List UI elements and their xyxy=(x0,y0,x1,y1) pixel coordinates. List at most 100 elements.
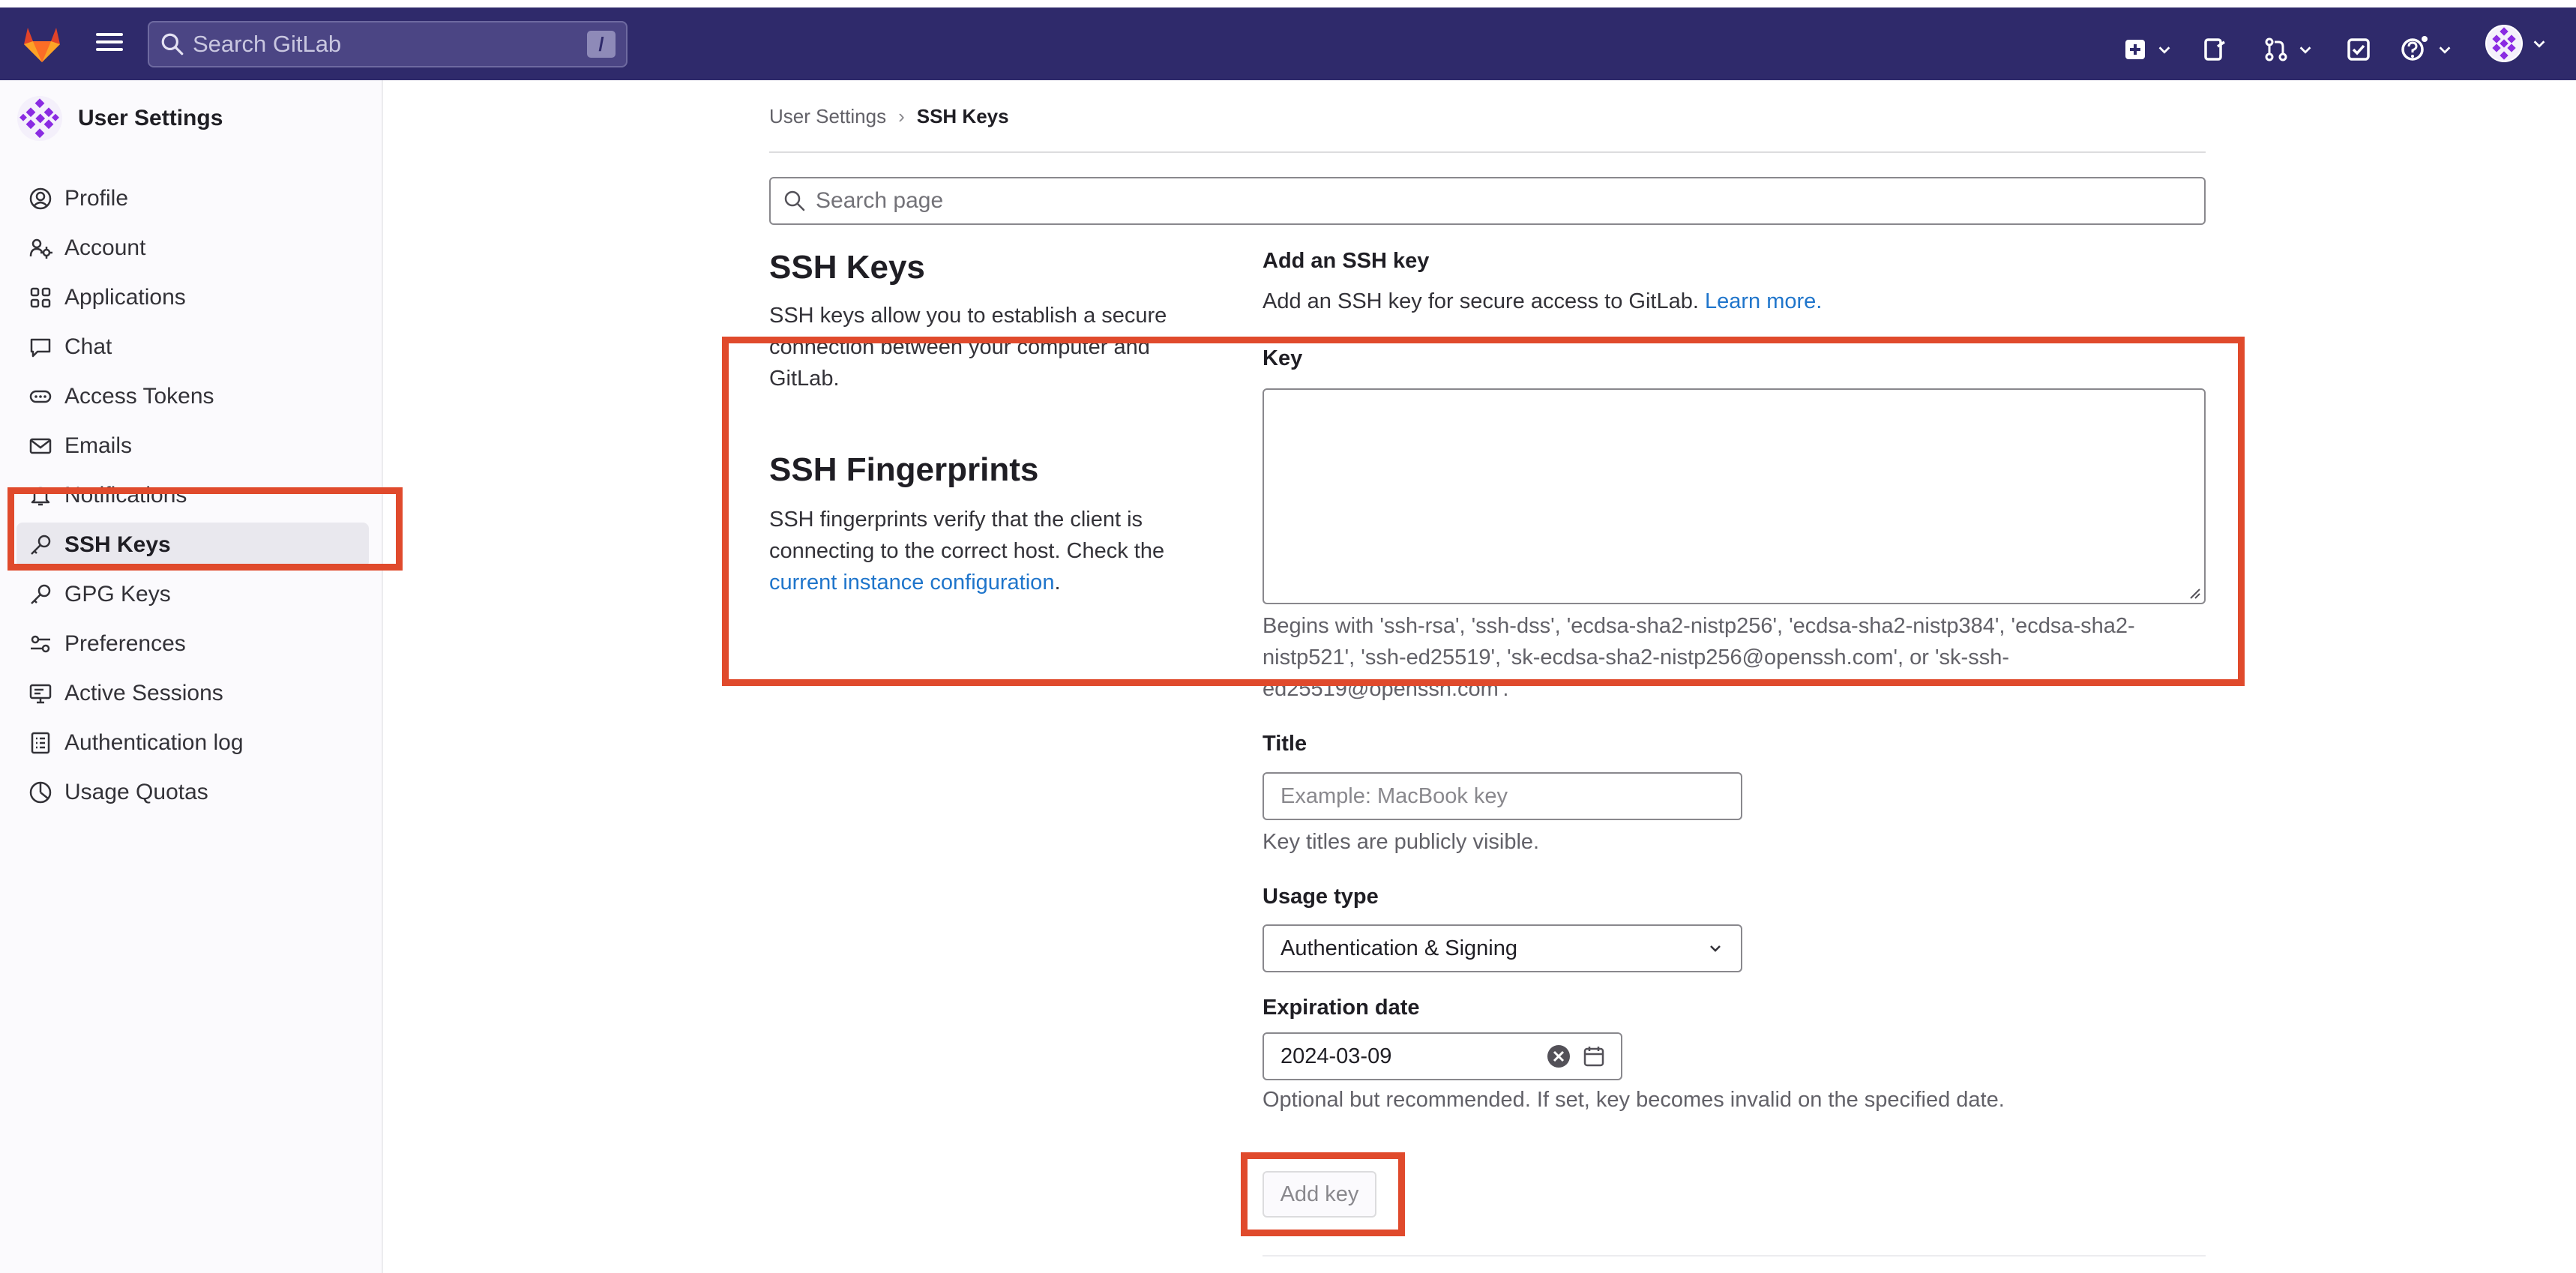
sidebar-item-label: Preferences xyxy=(64,631,186,656)
sidebar-item-preferences[interactable]: Preferences xyxy=(16,622,369,666)
ssh-keys-description: SSH keys allow you to establish a secure… xyxy=(769,304,1167,391)
search-icon xyxy=(784,190,805,211)
sidebar-item-label: SSH Keys xyxy=(64,532,171,557)
sidebar-item-label: Notifications xyxy=(64,483,187,508)
sidebar-item-account[interactable]: Account xyxy=(16,226,369,271)
sidebar-item-label: Account xyxy=(64,235,146,260)
key-icon xyxy=(31,584,51,604)
fingerprints-text-end: . xyxy=(1054,571,1061,595)
clear-date-icon[interactable] xyxy=(1546,1044,1571,1069)
title-help-text: Key titles are publicly visible. xyxy=(1263,830,1540,854)
page: Search GitLab / User Settings Profile Ac… xyxy=(0,0,2576,1273)
key-textarea[interactable] xyxy=(1263,388,2206,604)
calendar-icon[interactable] xyxy=(1582,1044,1606,1068)
sidebar-header[interactable]: User Settings xyxy=(16,95,223,142)
create-new-button[interactable] xyxy=(2122,34,2173,64)
profile-icon xyxy=(29,187,52,210)
quota-icon xyxy=(29,781,52,804)
key-help-line: Begins with 'ssh-rsa', 'ssh-dss', 'ecdsa… xyxy=(1263,614,2135,638)
fingerprints-text: SSH fingerprints verify that the client … xyxy=(769,508,1165,563)
sidebar-item-applications[interactable]: Applications xyxy=(16,275,369,320)
expiration-date-input[interactable]: 2024-03-09 xyxy=(1263,1032,1622,1080)
search-shortcut-badge: / xyxy=(587,31,616,58)
breadcrumb-user-settings[interactable]: User Settings xyxy=(769,105,886,128)
sidebar-item-label: Active Sessions xyxy=(64,681,223,705)
search-icon xyxy=(161,33,184,55)
merge-request-icon xyxy=(2265,37,2287,61)
key-help-line: nistp521', 'ssh-ed25519', 'sk-ecdsa-sha2… xyxy=(1263,645,2009,669)
user-menu-button[interactable] xyxy=(2485,25,2548,62)
top-bar: Search GitLab / xyxy=(0,7,2576,80)
sidebar-title: User Settings xyxy=(78,106,223,130)
breadcrumb-current[interactable]: SSH Keys xyxy=(917,105,1009,128)
instance-configuration-link[interactable]: current instance configuration xyxy=(769,571,1054,595)
breadcrumb-separator: › xyxy=(898,105,905,127)
key-help-line: ed25519@openssh.com'. xyxy=(1263,677,1509,701)
chevron-down-icon xyxy=(2299,46,2311,54)
expiration-date-value: 2024-03-09 xyxy=(1281,1044,1392,1068)
usage-type-label: Usage type xyxy=(1263,885,1379,909)
resize-handle-icon[interactable] xyxy=(2188,586,2201,600)
help-button[interactable] xyxy=(2399,34,2453,64)
key-label: Key xyxy=(1263,346,1303,370)
usage-type-value: Authentication & Signing xyxy=(1281,936,1517,960)
chevron-down-icon xyxy=(2439,46,2451,54)
chevron-down-icon xyxy=(1710,945,1721,952)
help-icon xyxy=(2401,36,2428,61)
expiration-help-text: Optional but recommended. If set, key be… xyxy=(1263,1088,2005,1112)
add-key-button[interactable]: Add key xyxy=(1263,1171,1376,1218)
sidebar-item-label: Chat xyxy=(64,334,112,359)
user-avatar-icon xyxy=(17,96,62,141)
sidebar-item-access-tokens[interactable]: Access Tokens xyxy=(16,374,369,419)
key-help-text: Begins with 'ssh-rsa', 'ssh-dss', 'ecdsa… xyxy=(1263,610,2230,705)
add-ssh-key-title: Add an SSH key xyxy=(1263,249,1430,273)
sidebar-item-label: Profile xyxy=(64,186,129,211)
sidebar-item-ssh-keys[interactable]: SSH Keys xyxy=(16,523,369,568)
sidebar-item-label: Authentication log xyxy=(64,730,244,755)
sidebar-item-label: Emails xyxy=(64,433,133,458)
global-search-input[interactable]: Search GitLab / xyxy=(148,21,628,67)
form-divider xyxy=(1263,1255,2206,1257)
ssh-keys-heading: SSH Keys xyxy=(769,249,925,286)
todos-button[interactable] xyxy=(2345,34,2372,64)
sidebar-item-authentication-log[interactable]: Authentication log xyxy=(16,720,369,765)
plus-square-icon xyxy=(2125,40,2145,59)
usage-type-select[interactable]: Authentication & Signing xyxy=(1263,924,1742,972)
settings-sidebar: User Settings Profile Account Applicatio… xyxy=(0,80,383,1273)
page-search-field[interactable] xyxy=(769,177,2206,225)
monitor-icon xyxy=(29,684,52,704)
sidebar-item-gpg-keys[interactable]: GPG Keys xyxy=(16,572,369,617)
sidebar-item-profile[interactable]: Profile xyxy=(16,176,369,221)
page-search-input[interactable] xyxy=(816,188,2204,214)
add-ssh-key-intro: Add an SSH key for secure access to GitL… xyxy=(1263,289,1822,314)
issues-icon xyxy=(2204,38,2225,61)
bell-icon xyxy=(31,487,50,506)
sidebar-item-label: Access Tokens xyxy=(64,384,214,409)
gitlab-logo-icon[interactable] xyxy=(21,25,63,64)
token-icon xyxy=(29,390,52,403)
applications-icon xyxy=(30,287,51,308)
log-icon xyxy=(31,732,50,754)
key-icon xyxy=(31,535,51,555)
learn-more-link[interactable]: Learn more. xyxy=(1705,289,1822,313)
user-avatar-icon xyxy=(2485,25,2523,62)
sidebar-item-label: Applications xyxy=(64,285,186,310)
sidebar-item-notifications[interactable]: Notifications xyxy=(16,473,369,518)
breadcrumb: User Settings › SSH Keys xyxy=(769,105,1009,128)
title-label: Title xyxy=(1263,732,1307,756)
expiration-date-label: Expiration date xyxy=(1263,996,1420,1020)
mail-icon xyxy=(29,438,52,454)
sidebar-item-label: Usage Quotas xyxy=(64,780,208,804)
hamburger-menu-icon[interactable] xyxy=(93,28,126,58)
intro-text: Add an SSH key for secure access to GitL… xyxy=(1263,289,1699,313)
ssh-fingerprints-heading: SSH Fingerprints xyxy=(769,451,1039,488)
merge-requests-button[interactable] xyxy=(2263,34,2314,64)
sidebar-item-active-sessions[interactable]: Active Sessions xyxy=(16,671,369,716)
title-input[interactable] xyxy=(1263,772,1742,820)
sidebar-item-emails[interactable]: Emails xyxy=(16,424,369,469)
issues-button[interactable] xyxy=(2201,34,2228,64)
sidebar-item-chat[interactable]: Chat xyxy=(16,325,369,370)
account-icon xyxy=(29,238,52,259)
sidebar-item-usage-quotas[interactable]: Usage Quotas xyxy=(16,770,369,815)
todo-icon xyxy=(2347,38,2370,61)
